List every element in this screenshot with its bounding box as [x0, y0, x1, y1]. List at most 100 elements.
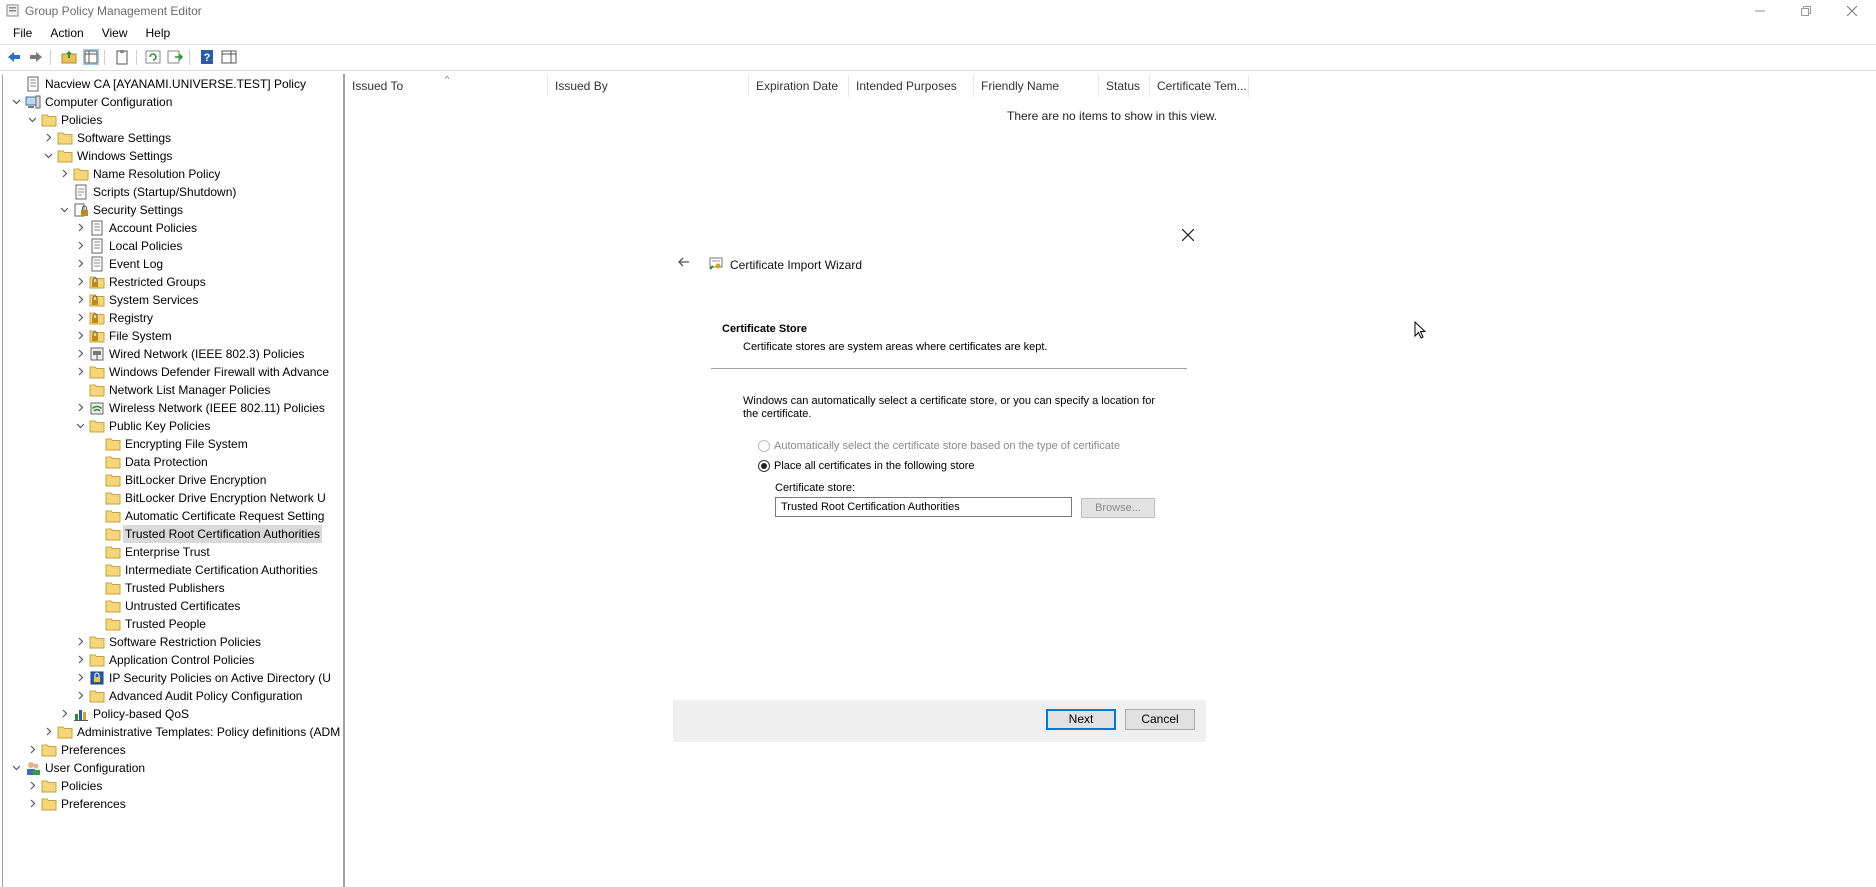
tree-node[interactable]: Wired Network (IEEE 802.3) Policies — [3, 345, 343, 363]
chevron-down-icon[interactable] — [27, 114, 38, 125]
tree-node[interactable]: Application Control Policies — [3, 651, 343, 669]
tree-node[interactable]: Intermediate Certification Authorities — [3, 561, 343, 579]
tree-node[interactable]: Computer Configuration — [3, 93, 343, 111]
tree-node[interactable]: Trusted Publishers — [3, 579, 343, 597]
restore-button[interactable] — [1783, 0, 1829, 22]
tree-node[interactable]: Event Log — [3, 255, 343, 273]
chevron-right-icon[interactable] — [75, 330, 86, 341]
tree-node[interactable]: Policy-based QoS — [3, 705, 343, 723]
radio-auto-select-store[interactable] — [758, 440, 770, 452]
forward-button[interactable] — [28, 49, 44, 65]
tree-node[interactable]: Name Resolution Policy — [3, 165, 343, 183]
close-window-button[interactable] — [1829, 0, 1875, 22]
tree-node[interactable]: Trusted People — [3, 615, 343, 633]
next-button[interactable]: Next — [1046, 709, 1116, 730]
tree-node[interactable]: Policies — [3, 777, 343, 795]
chevron-right-icon[interactable] — [75, 312, 86, 323]
column-header-certificate-template[interactable]: Certificate Tem... — [1150, 75, 1249, 97]
chevron-right-icon[interactable] — [75, 348, 86, 359]
menu-action[interactable]: Action — [37, 26, 90, 40]
tree-node[interactable]: System Services — [3, 291, 343, 309]
chevron-right-icon[interactable] — [27, 744, 38, 755]
tree-node[interactable]: Restricted Groups — [3, 273, 343, 291]
wizard-back-button[interactable] — [677, 255, 693, 271]
tree-node[interactable]: Untrusted Certificates — [3, 597, 343, 615]
chevron-right-icon[interactable] — [43, 132, 54, 143]
column-header-issued-to[interactable]: Issued To ^ — [345, 75, 548, 97]
chevron-down-icon[interactable] — [11, 762, 22, 773]
tree-node[interactable]: User Configuration — [3, 759, 343, 777]
column-header-friendly-name[interactable]: Friendly Name — [974, 75, 1099, 97]
tree-node[interactable]: Automatic Certificate Request Setting — [3, 507, 343, 525]
chevron-down-icon[interactable] — [43, 150, 54, 161]
column-header-intended-purposes[interactable]: Intended Purposes — [849, 75, 974, 97]
radio-place-in-store-label[interactable]: Place all certificates in the following … — [774, 460, 975, 472]
chevron-down-icon[interactable] — [75, 420, 86, 431]
export-list-button[interactable] — [167, 49, 183, 65]
tree-node[interactable]: Windows Settings — [3, 147, 343, 165]
radio-auto-select-label[interactable]: Automatically select the certificate sto… — [774, 440, 1120, 452]
tree-node[interactable]: Encrypting File System — [3, 435, 343, 453]
console-tree[interactable]: Nacview CA [AYANAMI.UNIVERSE.TEST] Polic… — [2, 75, 343, 887]
tree-node[interactable]: Registry — [3, 309, 343, 327]
chevron-right-icon[interactable] — [75, 222, 86, 233]
chevron-right-icon[interactable] — [75, 276, 86, 287]
tree-node[interactable]: Nacview CA [AYANAMI.UNIVERSE.TEST] Polic… — [3, 75, 343, 93]
tree-node[interactable]: BitLocker Drive Encryption Network U — [3, 489, 343, 507]
chevron-right-icon[interactable] — [75, 654, 86, 665]
tree-node[interactable]: BitLocker Drive Encryption — [3, 471, 343, 489]
certificate-store-field[interactable]: Trusted Root Certification Authorities — [775, 497, 1072, 517]
chevron-right-icon[interactable] — [75, 258, 86, 269]
tree-node[interactable]: Trusted Root Certification Authorities — [3, 525, 343, 543]
show-hide-tree-button[interactable] — [83, 49, 99, 65]
tree-node[interactable]: Preferences — [3, 795, 343, 813]
help-button[interactable]: ? — [199, 49, 215, 65]
browse-button[interactable]: Browse... — [1081, 498, 1155, 518]
show-hide-action-pane-button[interactable] — [221, 49, 237, 65]
tree-node[interactable]: Preferences — [3, 741, 343, 759]
tree-node[interactable]: Security Settings — [3, 201, 343, 219]
chevron-right-icon[interactable] — [27, 780, 38, 791]
chevron-right-icon[interactable] — [59, 708, 70, 719]
column-header-expiration-date[interactable]: Expiration Date — [749, 75, 849, 97]
chevron-right-icon[interactable] — [43, 726, 54, 737]
tree-node[interactable]: Administrative Templates: Policy definit… — [3, 723, 343, 741]
tree-node[interactable]: Enterprise Trust — [3, 543, 343, 561]
chevron-down-icon[interactable] — [11, 96, 22, 107]
tree-node[interactable]: Policies — [3, 111, 343, 129]
up-one-level-button[interactable] — [61, 49, 77, 65]
menu-help[interactable]: Help — [133, 26, 178, 40]
tree-node[interactable]: Local Policies — [3, 237, 343, 255]
tree-node[interactable]: Scripts (Startup/Shutdown) — [3, 183, 343, 201]
column-header-issued-by[interactable]: Issued By — [548, 75, 749, 97]
chevron-right-icon[interactable] — [27, 798, 38, 809]
menu-view[interactable]: View — [89, 26, 135, 40]
tree-node[interactable]: Windows Defender Firewall with Advance — [3, 363, 343, 381]
chevron-right-icon[interactable] — [75, 366, 86, 377]
tree-node[interactable]: File System — [3, 327, 343, 345]
tree-node[interactable]: Wireless Network (IEEE 802.11) Policies — [3, 399, 343, 417]
chevron-right-icon[interactable] — [75, 402, 86, 413]
tree-node[interactable]: Software Restriction Policies — [3, 633, 343, 651]
tree-node[interactable]: Data Protection — [3, 453, 343, 471]
tree-node[interactable]: Public Key Policies — [3, 417, 343, 435]
menu-file[interactable]: File — [0, 26, 39, 40]
chevron-right-icon[interactable] — [75, 672, 86, 683]
column-header-status[interactable]: Status — [1099, 75, 1150, 97]
tree-node[interactable]: Software Settings — [3, 129, 343, 147]
minimize-button[interactable] — [1737, 0, 1783, 22]
chevron-right-icon[interactable] — [75, 636, 86, 647]
tree-node[interactable]: Account Policies — [3, 219, 343, 237]
tree-node[interactable]: Network List Manager Policies — [3, 381, 343, 399]
back-button[interactable] — [6, 49, 22, 65]
properties-button[interactable] — [114, 49, 130, 65]
radio-place-in-store[interactable] — [758, 460, 770, 472]
chevron-right-icon[interactable] — [75, 690, 86, 701]
chevron-right-icon[interactable] — [75, 240, 86, 251]
chevron-right-icon[interactable] — [75, 294, 86, 305]
tree-node[interactable]: Advanced Audit Policy Configuration — [3, 687, 343, 705]
chevron-right-icon[interactable] — [59, 168, 70, 179]
wizard-close-button[interactable] — [1178, 225, 1198, 245]
chevron-down-icon[interactable] — [59, 204, 70, 215]
tree-node[interactable]: IP Security Policies on Active Directory… — [3, 669, 343, 687]
